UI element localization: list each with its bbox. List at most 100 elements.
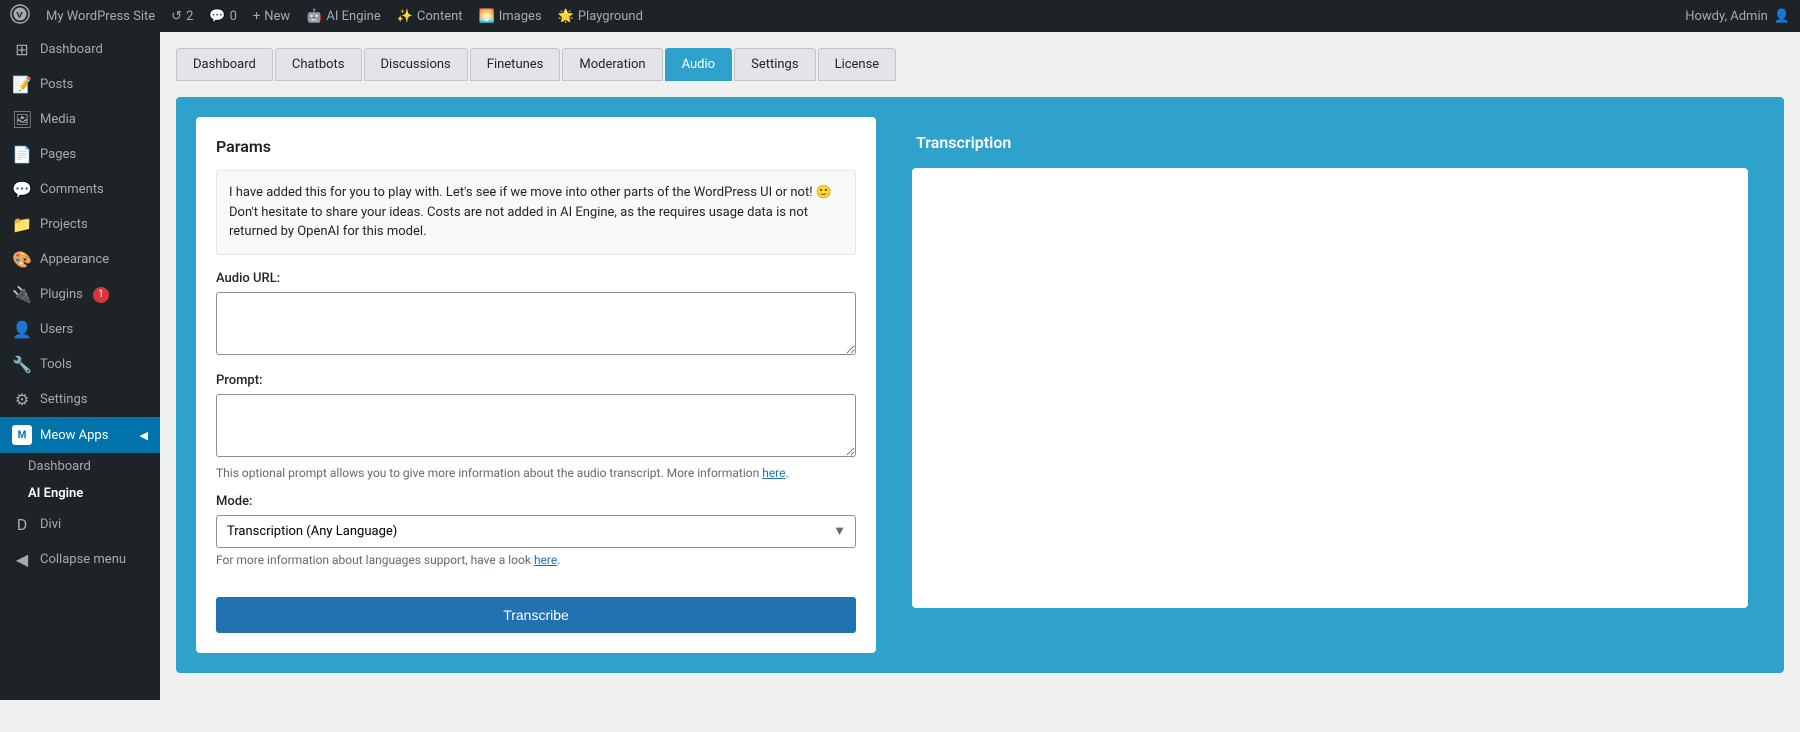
sidebar-item-posts[interactable]: 📝 Posts (0, 67, 160, 102)
sidebar-item-divi[interactable]: D Divi (0, 507, 160, 542)
images-link[interactable]: 🌅 Images (479, 9, 542, 24)
sidebar-sub-item-ai-engine[interactable]: AI Engine (0, 480, 160, 507)
sidebar-item-dashboard[interactable]: ⊞ Dashboard (0, 32, 160, 67)
sidebar-label-dashboard: Dashboard (40, 42, 103, 57)
playground-link[interactable]: 🌟 Playground (558, 9, 643, 24)
sidebar-label-settings: Settings (40, 392, 87, 407)
new-label: New (264, 9, 290, 24)
sidebar-label-projects: Projects (40, 217, 88, 232)
revisions-link[interactable]: ↺ 2 (171, 9, 193, 24)
content-link[interactable]: ✨ Content (397, 9, 463, 24)
sidebar-item-comments[interactable]: 💬 Comments (0, 172, 160, 207)
sidebar-item-pages[interactable]: 📄 Pages (0, 137, 160, 172)
sidebar-label-collapse: Collapse menu (40, 552, 126, 567)
posts-icon: 📝 (12, 75, 32, 94)
prompt-input[interactable] (216, 394, 856, 457)
content-icon: ✨ (397, 9, 413, 24)
tab-settings[interactable]: Settings (734, 48, 815, 81)
ai-engine-icon: 🤖 (306, 9, 322, 24)
prompt-label: Prompt: (216, 373, 856, 388)
top-bar-right: Howdy, Admin 👤 (1685, 9, 1790, 24)
sidebar-item-settings[interactable]: ⚙ Settings (0, 382, 160, 417)
projects-icon: 📁 (12, 215, 32, 234)
transcription-title: Transcription (896, 117, 1764, 168)
sidebar-item-users[interactable]: 👤 Users (0, 312, 160, 347)
ai-engine-label: AI Engine (326, 9, 380, 24)
sidebar-label-pages: Pages (40, 147, 76, 162)
transcribe-button[interactable]: Transcribe (216, 597, 856, 633)
sidebar-label-plugins: Plugins (40, 287, 83, 302)
pages-icon: 📄 (12, 145, 32, 164)
divi-icon: D (12, 515, 32, 534)
wp-logo-icon[interactable] (10, 4, 30, 29)
revisions-count: 2 (186, 9, 193, 24)
howdy-text: Howdy, Admin (1685, 9, 1768, 24)
mode-hint: For more information about languages sup… (216, 553, 856, 567)
audio-url-input[interactable] (216, 292, 856, 355)
prompt-group: Prompt: This optional prompt allows you … (216, 373, 856, 480)
tab-moderation[interactable]: Moderation (562, 48, 662, 81)
info-text: I have added this for you to play with. … (229, 185, 832, 239)
tab-finetunes[interactable]: Finetunes (470, 48, 561, 81)
comments-icon: 💬 (209, 9, 225, 24)
appearance-icon: 🎨 (12, 250, 32, 269)
sidebar-sub-label-ai-engine: AI Engine (28, 486, 83, 501)
comments-link[interactable]: 💬 0 (209, 9, 237, 24)
sidebar-label-tools: Tools (40, 357, 72, 372)
params-panel: Params I have added this for you to play… (196, 117, 876, 653)
mode-group: Mode: Transcription (Any Language) Trans… (216, 494, 856, 567)
prompt-hint-link[interactable]: here (762, 466, 785, 480)
main-content: Dashboard Chatbots Discussions Finetunes… (160, 32, 1800, 700)
comments-count: 0 (230, 9, 237, 24)
settings-icon: ⚙ (12, 390, 32, 409)
sidebar-item-plugins[interactable]: 🔌 Plugins 1 (0, 277, 160, 312)
dashboard-icon: ⊞ (12, 40, 32, 59)
tab-license[interactable]: License (818, 48, 897, 81)
tabs-bar: Dashboard Chatbots Discussions Finetunes… (176, 48, 1784, 81)
sidebar-sub-item-dashboard[interactable]: Dashboard (0, 453, 160, 480)
meow-apps-icon: M (12, 425, 32, 445)
sidebar-label-appearance: Appearance (40, 252, 109, 267)
audio-url-group: Audio URL: (216, 271, 856, 359)
info-box: I have added this for you to play with. … (216, 170, 856, 255)
mode-label: Mode: (216, 494, 856, 509)
collapse-icon: ◀ (12, 550, 32, 569)
sidebar-item-meow-apps[interactable]: M Meow Apps ◀ (0, 417, 160, 453)
top-bar: My WordPress Site ↺ 2 💬 0 + New 🤖 AI Eng… (0, 0, 1800, 32)
plugins-icon: 🔌 (12, 285, 32, 304)
tab-dashboard[interactable]: Dashboard (176, 48, 273, 81)
sidebar-item-media[interactable]: 🖼 Media (0, 102, 160, 137)
transcription-panel: Transcription (896, 117, 1764, 653)
top-bar-left: My WordPress Site ↺ 2 💬 0 + New 🤖 AI Eng… (10, 4, 1669, 29)
sidebar: ⊞ Dashboard 📝 Posts 🖼 Media 📄 Pages 💬 Co… (0, 32, 160, 700)
site-name-link[interactable]: My WordPress Site (46, 9, 155, 24)
sidebar-item-projects[interactable]: 📁 Projects (0, 207, 160, 242)
sidebar-label-divi: Divi (40, 517, 61, 532)
mode-hint-link[interactable]: here (534, 553, 557, 567)
mode-select-wrapper: Transcription (Any Language) Translation… (216, 515, 856, 548)
sidebar-label-meow-apps: Meow Apps (40, 428, 108, 443)
images-icon: 🌅 (479, 9, 495, 24)
audio-container: Params I have added this for you to play… (176, 97, 1784, 673)
admin-avatar-icon: 👤 (1774, 9, 1790, 24)
tab-discussions[interactable]: Discussions (364, 48, 468, 81)
plus-icon: + (253, 9, 260, 24)
prompt-hint: This optional prompt allows you to give … (216, 466, 856, 480)
meow-apps-arrow-icon: ◀ (140, 429, 148, 442)
media-icon: 🖼 (12, 110, 32, 129)
content-label: Content (417, 9, 463, 24)
ai-engine-link[interactable]: 🤖 AI Engine (306, 9, 381, 24)
new-link[interactable]: + New (253, 9, 290, 24)
playground-icon: 🌟 (558, 9, 574, 24)
tab-audio[interactable]: Audio (665, 48, 732, 81)
comments-menu-icon: 💬 (12, 180, 32, 199)
mode-select[interactable]: Transcription (Any Language) Translation… (216, 515, 856, 548)
plugins-badge: 1 (93, 287, 109, 303)
sidebar-item-appearance[interactable]: 🎨 Appearance (0, 242, 160, 277)
sidebar-item-tools[interactable]: 🔧 Tools (0, 347, 160, 382)
sidebar-label-media: Media (40, 112, 76, 127)
tab-chatbots[interactable]: Chatbots (275, 48, 362, 81)
playground-label: Playground (578, 9, 643, 24)
sidebar-item-collapse[interactable]: ◀ Collapse menu (0, 542, 160, 577)
params-title: Params (216, 137, 856, 156)
